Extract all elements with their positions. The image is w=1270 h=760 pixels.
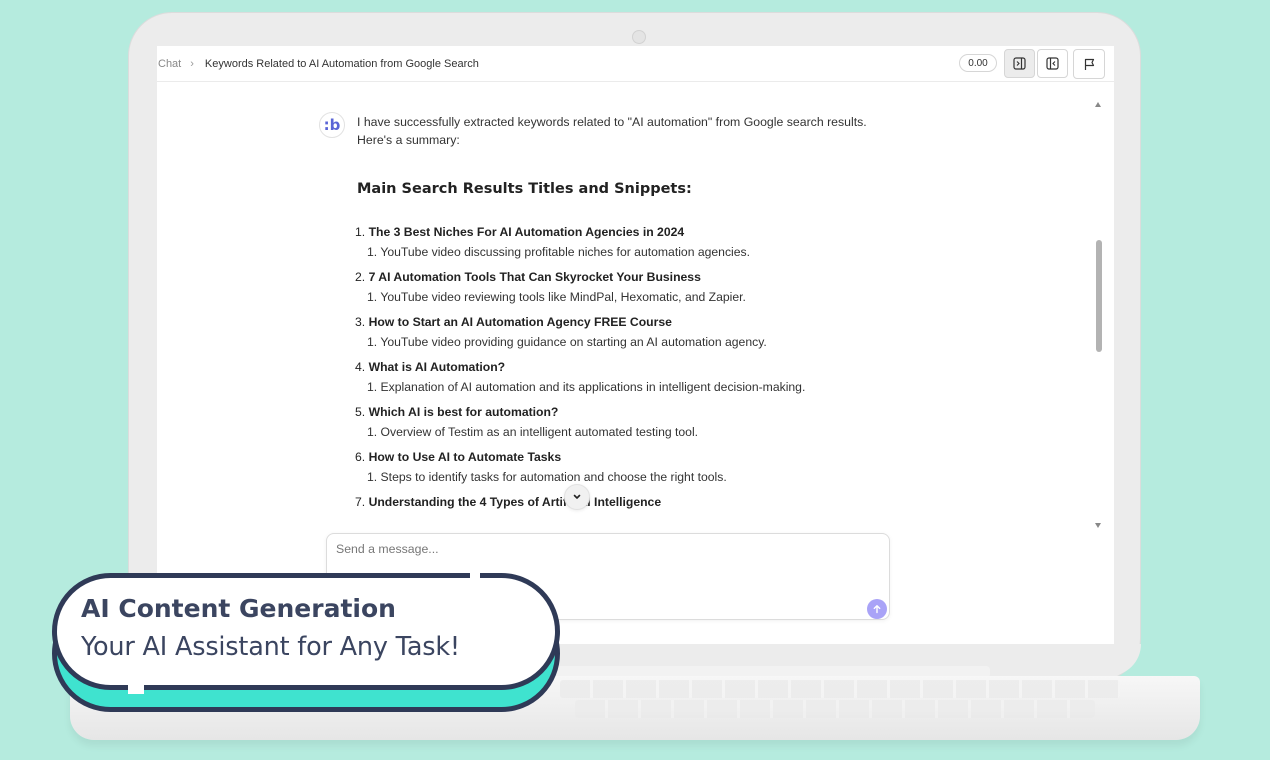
breadcrumb-current: Keywords Related to AI Automation from G…: [204, 57, 479, 70]
flag-button[interactable]: [1073, 49, 1105, 79]
breadcrumb-separator-icon: ›: [190, 57, 194, 70]
list-item: 5. Which AI is best for automation? 1. O…: [355, 404, 955, 440]
list-item-number: 5.: [355, 405, 366, 419]
credit-score-badge: 0.00: [959, 54, 997, 72]
list-item-snippet: 1. YouTube video providing guidance on s…: [367, 335, 767, 349]
list-item-number: 6.: [355, 450, 366, 464]
list-item-title: What is AI Automation?: [368, 360, 506, 374]
section-heading: Main Search Results Titles and Snippets:: [357, 181, 692, 197]
scroll-up-arrow[interactable]: [1095, 102, 1101, 107]
credit-score-value: 0.00: [968, 57, 988, 69]
list-item-number: 4.: [355, 360, 366, 374]
list-item-number: 7.: [355, 495, 366, 509]
list-item: 7. Understanding the 4 Types of Artifici…: [355, 494, 955, 510]
list-item-title: How to Use AI to Automate Tasks: [368, 450, 562, 464]
list-item-snippet: 1. YouTube video reviewing tools like Mi…: [367, 290, 746, 304]
breadcrumb-chat[interactable]: Chat: [158, 58, 181, 70]
chevron-down-icon: [573, 494, 581, 499]
flag-icon: [1084, 58, 1094, 70]
toggle-left-panel-button[interactable]: [1037, 49, 1068, 78]
arrow-up-icon: [873, 605, 881, 614]
list-item: 4. What is AI Automation? 1. Explanation…: [355, 359, 955, 395]
list-item: 2. 7 AI Automation Tools That Can Skyroc…: [355, 269, 955, 305]
list-item: 1. The 3 Best Niches For AI Automation A…: [355, 224, 955, 260]
brand-logo-icon: :b: [323, 116, 341, 134]
badge-title: AI Content Generation: [81, 594, 396, 623]
list-item-snippet: 1. Steps to identify tasks for automatio…: [367, 470, 727, 484]
badge-subtitle: Your AI Assistant for Any Task!: [81, 632, 460, 662]
list-item-title: Understanding the 4 Types of Artificial …: [368, 495, 662, 509]
assistant-avatar: :b: [319, 112, 345, 138]
list-item-number: 2.: [355, 270, 366, 284]
list-item-title: The 3 Best Niches For AI Automation Agen…: [368, 225, 685, 239]
assistant-intro-text: I have successfully extracted keywords r…: [357, 115, 867, 147]
badge-border-gap: [470, 570, 480, 581]
laptop-keyboard: [560, 680, 1120, 698]
chat-header: Chat › Keywords Related to AI Automation…: [157, 46, 1114, 82]
toggle-right-panel-button[interactable]: [1004, 49, 1035, 78]
send-button[interactable]: [867, 599, 887, 619]
panel-left-icon: [1046, 57, 1059, 70]
list-item-snippet: 1. Explanation of AI automation and its …: [367, 380, 806, 394]
message-input[interactable]: [336, 542, 836, 556]
list-item-number: 3.: [355, 315, 366, 329]
list-item: 3. How to Start an AI Automation Agency …: [355, 314, 955, 350]
badge-border-gap: [128, 683, 144, 694]
panel-right-icon: [1013, 57, 1026, 70]
results-list: 1. The 3 Best Niches For AI Automation A…: [355, 224, 955, 532]
laptop-keyboard-row: [575, 700, 1095, 718]
list-item-snippet: 1. YouTube video discussing profitable n…: [367, 245, 751, 259]
list-item-snippet: 1. Overview of Testim as an intelligent …: [367, 425, 699, 439]
scrollbar-thumb[interactable]: [1096, 240, 1102, 352]
list-item-title: 7 AI Automation Tools That Can Skyrocket…: [368, 270, 701, 284]
list-item-title: Which AI is best for automation?: [368, 405, 559, 419]
scroll-to-bottom-button[interactable]: [564, 484, 590, 510]
app-screen: Chat › Keywords Related to AI Automation…: [157, 46, 1114, 644]
laptop-camera: [632, 30, 646, 44]
list-item-title: How to Start an AI Automation Agency FRE…: [368, 315, 672, 329]
list-item: 6. How to Use AI to Automate Tasks 1. St…: [355, 449, 955, 485]
scroll-down-arrow[interactable]: [1095, 523, 1101, 528]
list-item-number: 1.: [355, 225, 366, 239]
